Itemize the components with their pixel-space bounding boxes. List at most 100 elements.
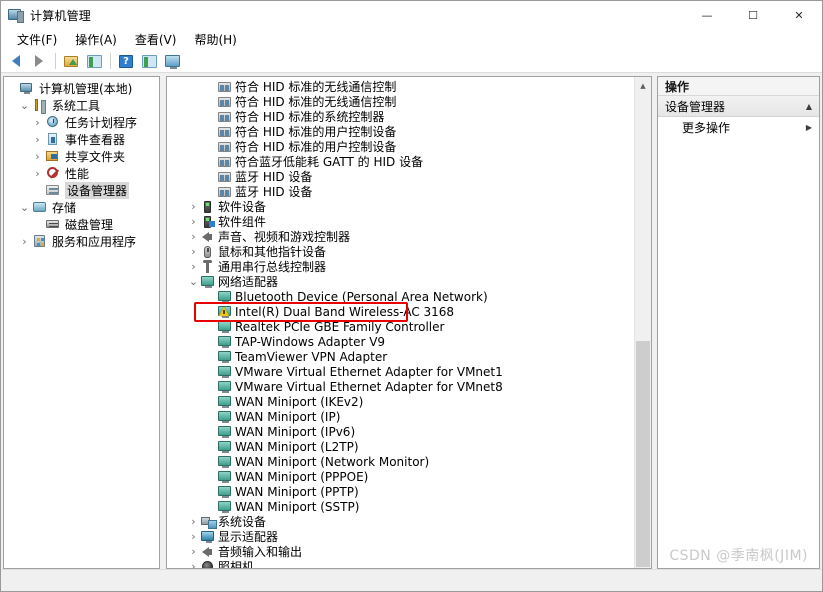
display-button[interactable] xyxy=(161,51,183,72)
menu-help[interactable]: 帮助(H) xyxy=(185,30,245,50)
category-software-components[interactable]: › 软件组件 xyxy=(167,214,634,229)
category-software-devices[interactable]: › 软件设备 xyxy=(167,199,634,214)
tree-item-label: 设备管理器 xyxy=(65,182,130,199)
device-wan-miniport-pptp[interactable]: WAN Miniport (PPTP) xyxy=(167,484,634,499)
device-wan-miniport-pppoe[interactable]: WAN Miniport (PPPOE) xyxy=(167,469,634,484)
device-vmware-vmnet1[interactable]: VMware Virtual Ethernet Adapter for VMne… xyxy=(167,364,634,379)
scrollbar-thumb[interactable] xyxy=(636,341,650,567)
disk-management-icon xyxy=(45,217,61,233)
forward-button[interactable] xyxy=(28,51,50,72)
device-intel-dual-band-wireless-ac-3168[interactable]: Intel(R) Dual Band Wireless-AC 3168 xyxy=(167,304,634,319)
category-network-adapters[interactable]: ⌄ 网络适配器 xyxy=(167,274,634,289)
device-hid-consumer-control-2[interactable]: 符合 HID 标准的用户控制设备 xyxy=(167,139,634,154)
device-bluetooth-hid-2[interactable]: 蓝牙 HID 设备 xyxy=(167,184,634,199)
category-cameras[interactable]: › 照相机 xyxy=(167,559,634,568)
tree-item-task-scheduler[interactable]: › 任务计划程序 xyxy=(4,114,159,131)
device-wan-miniport-sstp[interactable]: WAN Miniport (SSTP) xyxy=(167,499,634,514)
device-teamviewer-vpn-adapter[interactable]: TeamViewer VPN Adapter xyxy=(167,349,634,364)
action-more-actions[interactable]: 更多操作 ▶ xyxy=(658,117,819,138)
chevron-right-icon[interactable]: › xyxy=(187,260,200,273)
device-bluetooth-pan[interactable]: Bluetooth Device (Personal Area Network) xyxy=(167,289,634,304)
device-wan-miniport-l2tp[interactable]: WAN Miniport (L2TP) xyxy=(167,439,634,454)
title-bar: 计算机管理 — ☐ ✕ xyxy=(1,1,822,30)
minimize-button[interactable]: — xyxy=(684,1,730,30)
network-adapter-icon xyxy=(200,275,215,289)
up-one-level-button[interactable] xyxy=(60,51,82,72)
device-wan-miniport-network-monitor[interactable]: WAN Miniport (Network Monitor) xyxy=(167,454,634,469)
device-bluetooth-hid-1[interactable]: 蓝牙 HID 设备 xyxy=(167,169,634,184)
chevron-right-icon[interactable]: › xyxy=(187,515,200,528)
category-audio-inputs-and-outputs[interactable]: › 音频输入和输出 xyxy=(167,544,634,559)
chevron-right-icon[interactable]: › xyxy=(30,150,45,163)
help-icon: ? xyxy=(119,54,133,68)
show-hide-console-tree-button[interactable] xyxy=(83,51,105,72)
network-adapter-icon xyxy=(217,380,232,394)
tree-item-services-and-applications[interactable]: › 服务和应用程序 xyxy=(4,233,159,250)
device-hid-wireless-controller-1[interactable]: 符合 HID 标准的无线通信控制 xyxy=(167,79,634,94)
task-scheduler-icon xyxy=(45,115,61,131)
device-manager-icon xyxy=(45,183,61,199)
tree-item-storage[interactable]: ⌄ 存储 xyxy=(4,199,159,216)
back-button[interactable] xyxy=(5,51,27,72)
category-sound-video-game-controllers[interactable]: › 声音、视频和游戏控制器 xyxy=(167,229,634,244)
chevron-right-icon[interactable]: › xyxy=(187,200,200,213)
category-mice-and-pointing-devices[interactable]: › 鼠标和其他指针设备 xyxy=(167,244,634,259)
chevron-right-icon[interactable]: › xyxy=(17,235,32,248)
chevron-down-icon[interactable]: ⌄ xyxy=(17,202,32,213)
chevron-right-icon[interactable]: › xyxy=(187,560,200,568)
chevron-right-icon[interactable]: › xyxy=(187,530,200,543)
tree-item-performance[interactable]: › 性能 xyxy=(4,165,159,182)
tree-item-device-manager[interactable]: 设备管理器 xyxy=(4,182,159,199)
chevron-right-icon[interactable]: › xyxy=(187,545,200,558)
tree-item-computer-management-local[interactable]: 计算机管理(本地) xyxy=(4,80,159,97)
tree-item-event-viewer[interactable]: › 事件查看器 xyxy=(4,131,159,148)
display-adapter-icon xyxy=(200,530,215,544)
device-vmware-vmnet8[interactable]: VMware Virtual Ethernet Adapter for VMne… xyxy=(167,379,634,394)
device-wan-miniport-ip[interactable]: WAN Miniport (IP) xyxy=(167,409,634,424)
category-system-devices[interactable]: › 系统设备 xyxy=(167,514,634,529)
tree-item-system-tools[interactable]: ⌄ 系统工具 xyxy=(4,97,159,114)
tree-item-shared-folders[interactable]: › 共享文件夹 xyxy=(4,148,159,165)
chevron-right-icon[interactable]: › xyxy=(30,116,45,129)
menu-action[interactable]: 操作(A) xyxy=(66,30,126,50)
device-label: 软件组件 xyxy=(218,214,267,229)
menu-file[interactable]: 文件(F) xyxy=(8,30,66,50)
window-title: 计算机管理 xyxy=(30,9,92,23)
properties-button[interactable] xyxy=(138,51,160,72)
category-display-adapters[interactable]: › 显示适配器 xyxy=(167,529,634,544)
maximize-button[interactable]: ☐ xyxy=(730,1,776,30)
device-list-pane: 符合 HID 标准的无线通信控制 符合 HID 标准的无线通信控制 符合 HID 标… xyxy=(166,76,652,569)
help-button[interactable]: ? xyxy=(115,51,137,72)
device-tap-windows-adapter-v9[interactable]: TAP-Windows Adapter V9 xyxy=(167,334,634,349)
device-label: 网络适配器 xyxy=(218,274,279,289)
status-bar xyxy=(1,569,822,591)
device-wan-miniport-ikev2[interactable]: WAN Miniport (IKEv2) xyxy=(167,394,634,409)
device-wan-miniport-ipv6[interactable]: WAN Miniport (IPv6) xyxy=(167,424,634,439)
tree-item-label: 任务计划程序 xyxy=(65,116,138,130)
toolbar-separator-1 xyxy=(55,53,56,69)
hid-device-icon xyxy=(217,95,232,109)
device-realtek-pcie-gbe[interactable]: Realtek PCIe GBE Family Controller xyxy=(167,319,634,334)
scroll-up-button[interactable]: ▲ xyxy=(635,77,651,94)
chevron-right-icon[interactable]: › xyxy=(30,167,45,180)
menu-view[interactable]: 查看(V) xyxy=(126,30,186,50)
device-hid-wireless-controller-2[interactable]: 符合 HID 标准的无线通信控制 xyxy=(167,94,634,109)
category-usb-controllers[interactable]: › 通用串行总线控制器 xyxy=(167,259,634,274)
audio-io-icon xyxy=(200,545,215,559)
actions-group-device-manager[interactable]: 设备管理器 ▲ xyxy=(658,96,819,117)
device-hid-consumer-control-1[interactable]: 符合 HID 标准的用户控制设备 xyxy=(167,124,634,139)
close-button[interactable]: ✕ xyxy=(776,1,822,30)
device-ble-gatt-hid[interactable]: 符合蓝牙低能耗 GATT 的 HID 设备 xyxy=(167,154,634,169)
chevron-right-icon[interactable]: › xyxy=(187,215,200,228)
device-hid-system-controller[interactable]: 符合 HID 标准的系统控制器 xyxy=(167,109,634,124)
device-label: WAN Miniport (SSTP) xyxy=(235,499,360,514)
chevron-right-icon[interactable]: › xyxy=(30,133,45,146)
chevron-right-icon[interactable]: › xyxy=(187,230,200,243)
hid-device-icon xyxy=(217,155,232,169)
chevron-right-icon[interactable]: › xyxy=(187,245,200,258)
tree-item-disk-management[interactable]: 磁盘管理 xyxy=(4,216,159,233)
chevron-down-icon[interactable]: ⌄ xyxy=(17,100,32,111)
device-label: 符合 HID 标准的无线通信控制 xyxy=(235,79,397,94)
chevron-down-icon[interactable]: ⌄ xyxy=(187,276,200,287)
vertical-scrollbar[interactable]: ▲ xyxy=(634,77,651,568)
